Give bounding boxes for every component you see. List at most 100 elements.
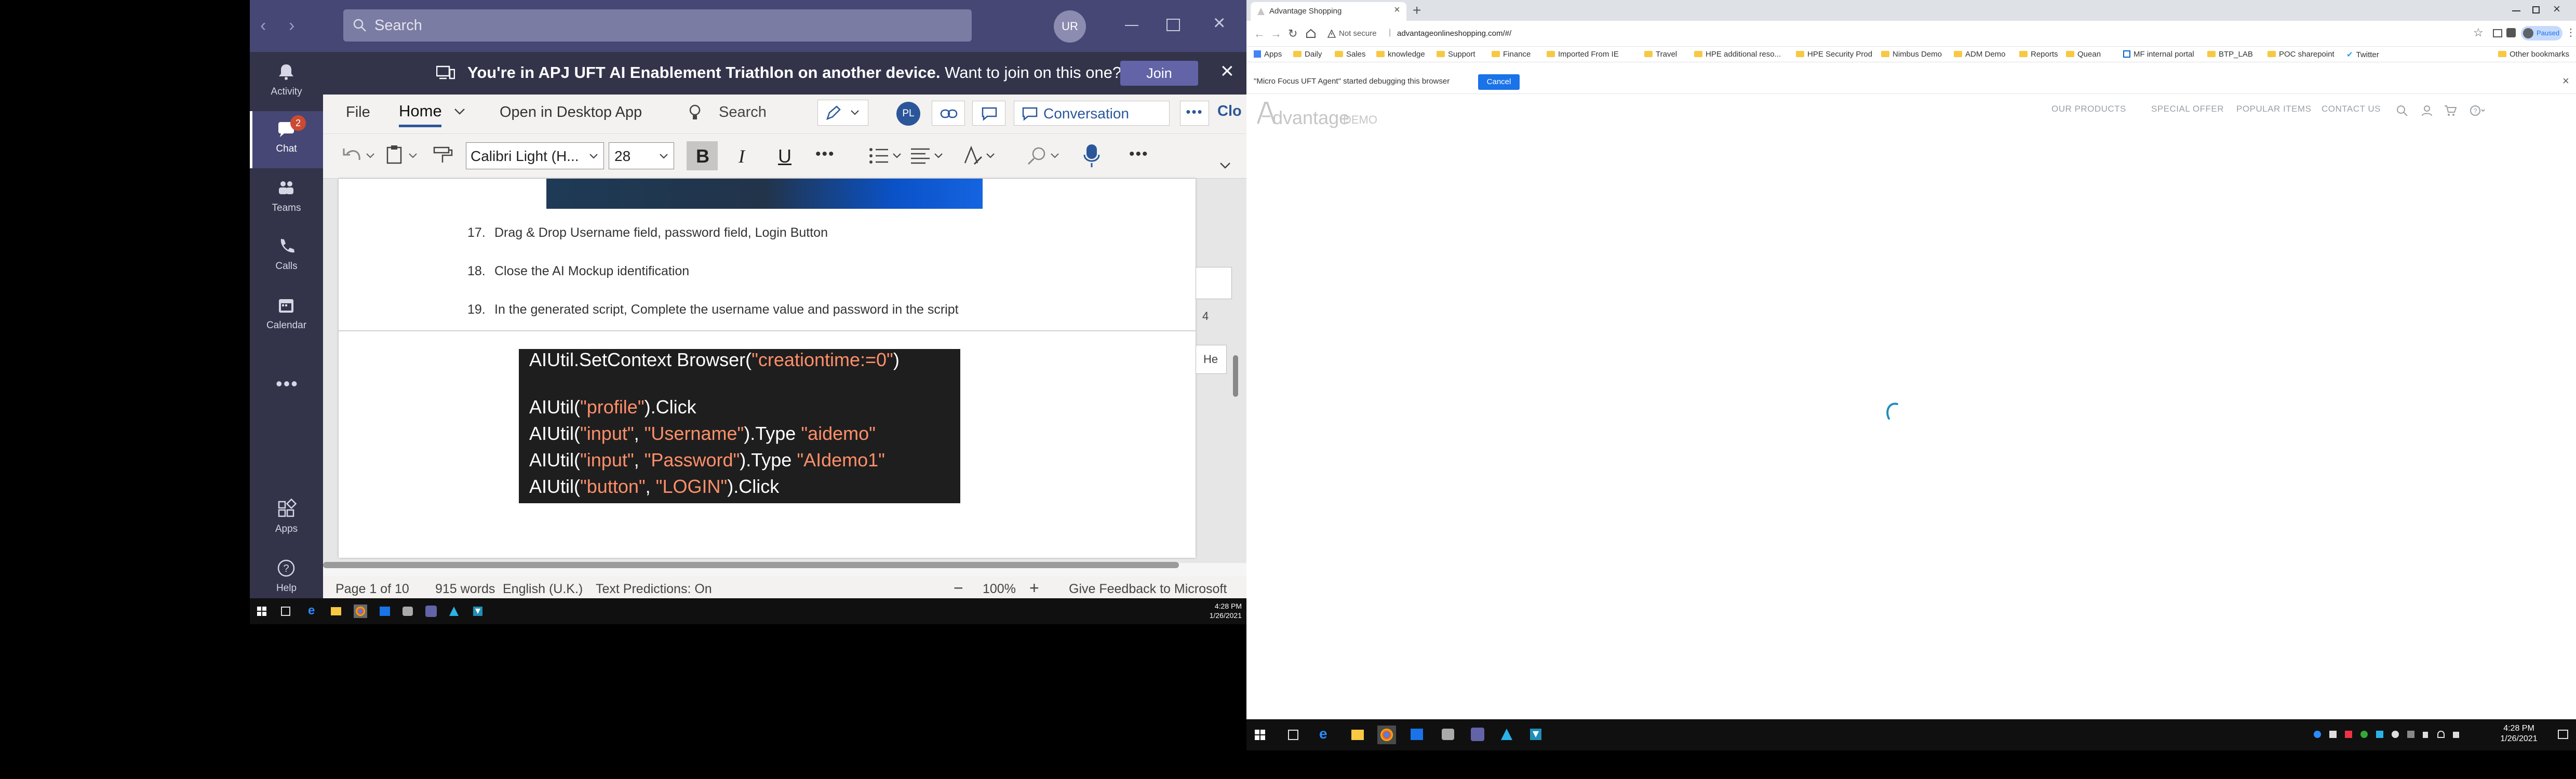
- system-clock[interactable]: 4:28 PM 1/26/2021: [1195, 601, 1242, 622]
- align-icon[interactable]: [910, 146, 931, 165]
- document-page[interactable]: 17. Drag & Drop Username field, password…: [339, 179, 1196, 558]
- chevron-down-icon[interactable]: [366, 153, 375, 159]
- chevron-down-icon[interactable]: [1050, 153, 1059, 159]
- horizontal-scrollbar-thumb[interactable]: [323, 562, 1179, 568]
- onedrive-icon[interactable]: [2314, 731, 2321, 738]
- windows-start-icon[interactable]: [257, 607, 266, 616]
- more-options-icon[interactable]: •••: [1180, 101, 1209, 126]
- bookmark-folder[interactable]: Quean: [2066, 50, 2101, 60]
- styles-icon[interactable]: [963, 145, 984, 166]
- user-icon[interactable]: [2421, 105, 2433, 116]
- zoom-in-icon[interactable]: +: [1029, 579, 1039, 598]
- tray-app-icon[interactable]: [2407, 731, 2414, 738]
- share-button[interactable]: [932, 101, 965, 126]
- edge-browser-icon[interactable]: e: [308, 603, 315, 618]
- minimize-icon[interactable]: [1125, 25, 1138, 26]
- editing-mode-button[interactable]: [817, 100, 868, 126]
- back-arrow-icon[interactable]: ‹: [260, 16, 266, 36]
- rail-item-activity[interactable]: Activity: [250, 54, 323, 111]
- infobar-close-icon[interactable]: ×: [2562, 74, 2569, 88]
- coauthor-avatar[interactable]: PL: [896, 102, 920, 126]
- maximize-icon[interactable]: [1166, 19, 1180, 31]
- tab-home[interactable]: Home: [399, 102, 442, 120]
- outlook-icon[interactable]: [1411, 729, 1423, 740]
- bookmark-folder[interactable]: BTP_LAB: [2207, 50, 2253, 60]
- bold-button[interactable]: B: [687, 141, 718, 170]
- uft-icon[interactable]: [448, 606, 460, 617]
- teams-search-box[interactable]: Search: [343, 9, 972, 42]
- uft-agent-icon[interactable]: [1529, 728, 1542, 741]
- more-font-options-icon[interactable]: •••: [815, 145, 835, 163]
- bookmark-folder[interactable]: HPE Security Prod: [1796, 50, 1872, 60]
- uft-icon[interactable]: [1500, 728, 1513, 741]
- outlook-icon[interactable]: [380, 607, 390, 616]
- tray-status-icon[interactable]: [2360, 731, 2368, 738]
- underline-icon[interactable]: U: [778, 145, 791, 167]
- file-explorer-icon[interactable]: [1351, 730, 1364, 740]
- tray-app-icon[interactable]: [2329, 731, 2337, 738]
- star-bookmark-icon[interactable]: ☆: [2473, 26, 2484, 39]
- help-menu-icon[interactable]: ?: [2470, 105, 2486, 116]
- taskbar-active-app[interactable]: [1377, 726, 1396, 744]
- forward-icon[interactable]: →: [1270, 27, 1282, 41]
- chevron-down-icon[interactable]: [454, 108, 465, 115]
- new-tab-icon[interactable]: +: [1413, 2, 1421, 19]
- rail-item-apps[interactable]: Apps: [250, 491, 323, 548]
- clipboard-icon[interactable]: [385, 144, 404, 165]
- chrome-minimize-icon[interactable]: [2512, 10, 2520, 11]
- banner-close-icon[interactable]: ×: [1220, 58, 1234, 84]
- zoom-out-icon[interactable]: −: [954, 579, 963, 598]
- tab-search[interactable]: Search: [719, 104, 767, 121]
- taskbar-active-app[interactable]: [354, 605, 367, 618]
- wifi-icon[interactable]: [2437, 731, 2445, 738]
- teams-taskbar-icon[interactable]: [1471, 728, 1484, 741]
- horizontal-scrollbar[interactable]: [323, 562, 1180, 568]
- text-predictions[interactable]: Text Predictions: On: [596, 582, 712, 597]
- join-button[interactable]: Join: [1120, 61, 1198, 86]
- user-avatar[interactable]: UR: [1054, 10, 1086, 43]
- tab-file[interactable]: File: [346, 104, 370, 121]
- nav-contact-us[interactable]: CONTACT US: [2322, 104, 2381, 114]
- bookmark-folder[interactable]: Finance: [1492, 50, 1531, 60]
- task-view-icon[interactable]: [1288, 730, 1298, 740]
- word-count[interactable]: 915 words: [435, 582, 495, 597]
- edge-browser-icon[interactable]: e: [1319, 726, 1327, 742]
- bookmark-folder[interactable]: POC sharepoint: [2268, 50, 2334, 60]
- vertical-scrollbar-thumb[interactable]: [1233, 355, 1238, 397]
- notification-icon[interactable]: [2558, 730, 2568, 739]
- zoom-level[interactable]: 100%: [983, 582, 1016, 597]
- browser-tab-active[interactable]: Advantage Shopping ×: [1251, 2, 1406, 21]
- address-bar[interactable]: Not secure | advantageonlineshopping.com…: [1323, 25, 2469, 43]
- bookmark-folder[interactable]: Sales: [1335, 50, 1366, 60]
- windows-start-icon[interactable]: [1255, 730, 1265, 740]
- more-commands-icon[interactable]: •••: [1129, 145, 1149, 163]
- undo-icon[interactable]: [342, 146, 363, 164]
- uft-agent-icon[interactable]: [472, 606, 484, 617]
- cart-icon[interactable]: [2444, 105, 2457, 116]
- back-icon[interactable]: ←: [1254, 27, 1265, 41]
- file-explorer-icon[interactable]: [331, 607, 341, 615]
- close-doc-button[interactable]: Clo: [1217, 103, 1242, 120]
- rail-item-calendar[interactable]: Calendar: [250, 288, 323, 345]
- bookmark-folder[interactable]: ADM Demo: [1954, 50, 2006, 60]
- tray-security-icon[interactable]: [2345, 731, 2352, 738]
- site-logo[interactable]: dvantage DEMO: [1257, 99, 1413, 128]
- chrome-restore-icon[interactable]: [2532, 6, 2540, 14]
- format-painter-icon[interactable]: [432, 145, 454, 165]
- chevron-down-icon[interactable]: [408, 153, 418, 159]
- bookmark-folder[interactable]: Travel: [1644, 50, 1677, 60]
- nav-our-products[interactable]: OUR PRODUCTS: [2051, 104, 2126, 114]
- system-clock[interactable]: 4:28 PM 1/26/2021: [2490, 723, 2547, 746]
- snipping-tool-icon[interactable]: [1442, 729, 1454, 740]
- chevron-down-icon[interactable]: [986, 153, 995, 159]
- cancel-debug-button[interactable]: Cancel: [1478, 74, 1520, 90]
- ribbon-collapse-icon[interactable]: [1219, 162, 1231, 169]
- bookmark-folder[interactable]: Reports: [2019, 50, 2058, 60]
- nav-special-offer[interactable]: SPECIAL OFFER: [2151, 104, 2224, 114]
- feedback-link[interactable]: Give Feedback to Microsoft: [1069, 582, 1227, 597]
- chevron-down-icon[interactable]: [892, 153, 902, 159]
- search-icon[interactable]: [2396, 105, 2408, 116]
- extension-icon[interactable]: [2506, 28, 2516, 37]
- nav-popular-items[interactable]: POPULAR ITEMS: [2236, 104, 2311, 114]
- rail-item-teams[interactable]: Teams: [250, 170, 323, 227]
